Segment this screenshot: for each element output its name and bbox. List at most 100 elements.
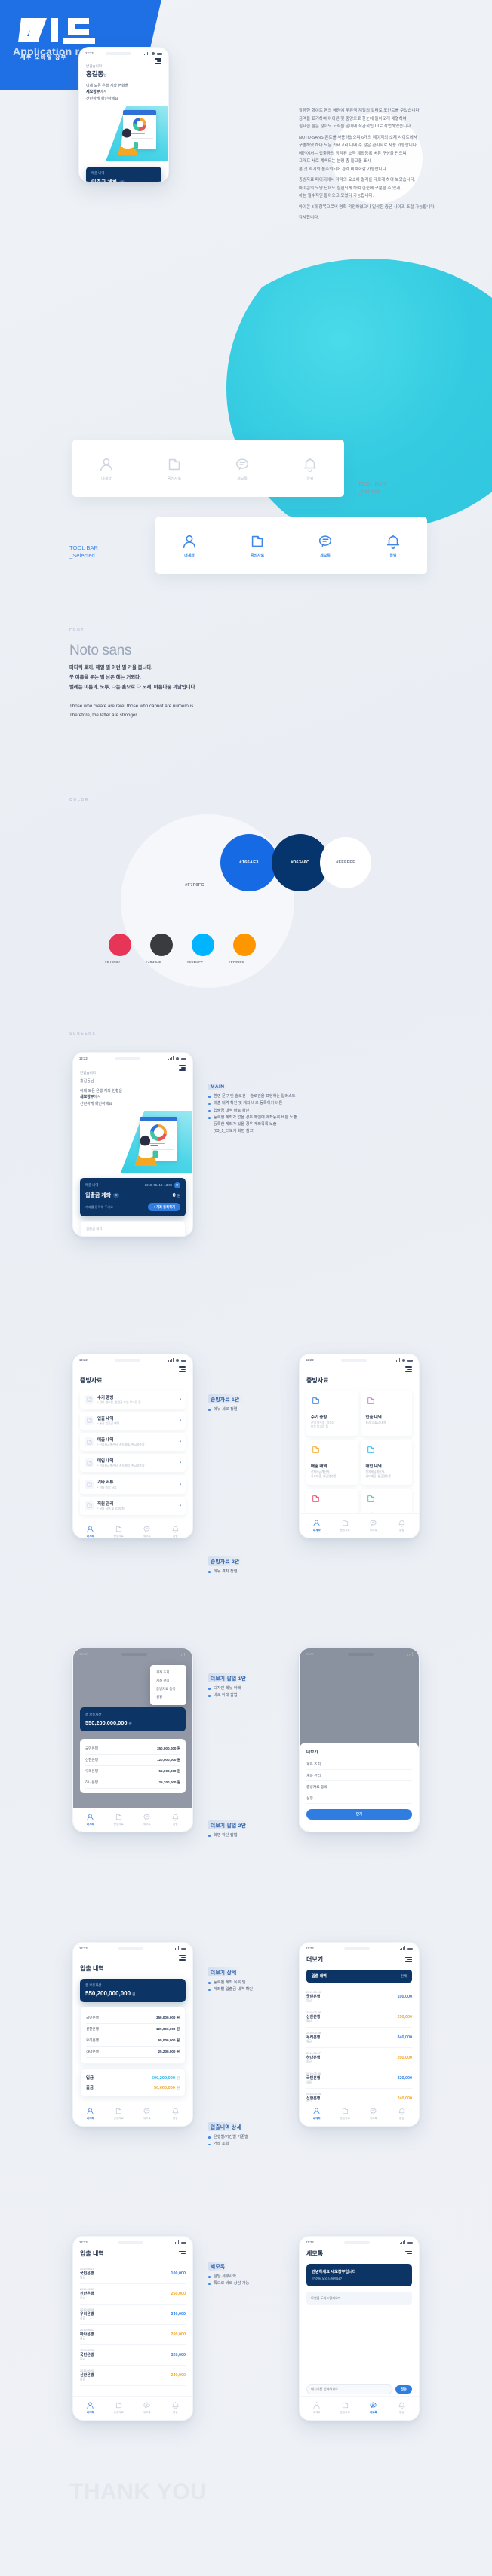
evidence-row[interactable]: 매입 내역 * 전자세금계산서, 카드매입, 현금영수증 › bbox=[80, 1454, 186, 1473]
evidence-grid[interactable]: 수기 증빙 간이 영수증, 청첩장 또는 부고장 등 입출 내역 통장 입출금 내역 매출… bbox=[300, 1390, 419, 1531]
tab-알림[interactable]: 알림 bbox=[388, 1519, 417, 1532]
sales-summary-card[interactable]: 매출 내역 입출금 계좌 0 계좌를 등록해 주세요 bbox=[86, 166, 161, 182]
evidence-grid-cell[interactable]: 매입 내역 전자세금계산서, 카드매입, 현금영수증 bbox=[361, 1440, 412, 1486]
bank-list-card[interactable]: 국민은행 350,000,000 원 신한은행 120,000,000 원 우리은행 55… bbox=[80, 2006, 186, 2064]
bottom-tab-bar[interactable]: 내계좌 증빙자료 세모톡 알림 bbox=[73, 2102, 192, 2126]
bank-row[interactable]: 하나은행 25,200,000 원 bbox=[86, 2047, 180, 2058]
tab-알림[interactable]: 알림 bbox=[161, 1813, 190, 1826]
detail-row[interactable]: 2019.05.08 우리은행 입금 340,000 bbox=[306, 2028, 412, 2048]
detail-row[interactable]: 2019.05.07 하나은행 출금 200,000 bbox=[306, 2048, 412, 2068]
refresh-icon[interactable]: ⟳ bbox=[174, 1182, 180, 1188]
tab-내계좌[interactable]: 내계좌 bbox=[303, 2401, 331, 2415]
popup-menu-item[interactable]: 계좌 조회 bbox=[155, 1669, 182, 1677]
evidence-row[interactable]: 매출 내역 * 전자세금계산서, 카드매출, 현금영수증 › bbox=[80, 1433, 186, 1452]
tab-알림[interactable]: 알림 bbox=[161, 1525, 190, 1538]
tab-세모톡[interactable]: 세모톡 bbox=[133, 2401, 161, 2415]
tab-내계좌[interactable]: 내계좌 bbox=[303, 1519, 331, 1532]
bank-row[interactable]: 하나은행 25,200,000 원 bbox=[85, 1777, 180, 1789]
tab-증빙자료[interactable]: 증빙자료 bbox=[331, 1519, 360, 1532]
evidence-grid-cell[interactable]: 입출 내역 통장 입출금 내역 bbox=[361, 1390, 412, 1437]
chevron-right-icon[interactable]: › bbox=[180, 1504, 181, 1508]
detail-row[interactable]: 2019.05.05신한은행출금240,000 bbox=[80, 2366, 186, 2386]
toolbar-item-증빙자료[interactable]: 증빙자료 bbox=[249, 533, 266, 558]
tab-알림[interactable]: 알림 bbox=[161, 2107, 190, 2121]
toolbar-item-알림[interactable]: 알림 bbox=[302, 456, 318, 481]
toolbar-item-내계좌[interactable]: 내계좌 bbox=[181, 533, 198, 558]
toolbar-item-내계좌[interactable]: 내계좌 bbox=[98, 456, 115, 481]
toolbar-normal[interactable]: 내계좌 증빙자료 세모톡 알림 bbox=[72, 440, 344, 497]
popup-menu-item[interactable]: 증빙자료 등록 bbox=[155, 1685, 182, 1694]
tab-세모톡[interactable]: 세모톡 bbox=[359, 1519, 388, 1532]
tab-증빙자료[interactable]: 증빙자료 bbox=[105, 2107, 134, 2121]
hamburger-icon[interactable] bbox=[405, 1366, 412, 1372]
bottom-tab-bar[interactable]: 내계좌 증빙자료 세모톡 알림 bbox=[73, 1519, 192, 1538]
evidence-grid-cell[interactable]: 수기 증빙 간이 영수증, 청첩장 또는 부고장 등 bbox=[306, 1390, 358, 1437]
tab-내계좌[interactable]: 내계좌 bbox=[76, 2401, 105, 2415]
evidence-row[interactable]: 입출 내역 * 통장 입출금 내역 › bbox=[80, 1411, 186, 1431]
hamburger-icon[interactable] bbox=[155, 58, 161, 64]
more-popup-menu[interactable]: 계좌 조회 계좌 관리 증빙자료 등록 설정 bbox=[150, 1665, 186, 1706]
bottom-tab-bar[interactable]: 내계좌 증빙자료 세모톡 알림 bbox=[300, 1513, 419, 1538]
tab-내계좌[interactable]: 내계좌 bbox=[76, 1525, 105, 1538]
chevron-right-icon[interactable]: › bbox=[180, 1418, 181, 1423]
evidence-grid-cell[interactable]: 매출 내역 전자세금계산서, 카드매출, 현금영수증 bbox=[306, 1440, 358, 1486]
history-card[interactable]: 입출금 내역 입금i 0원 출금i 0원 새로운 내역이 없습니다 + 내역 더… bbox=[80, 1221, 186, 1236]
menu-button[interactable] bbox=[79, 57, 168, 64]
talk-input-row[interactable]: 전송 bbox=[306, 2384, 412, 2394]
detail-row[interactable]: 2019.05.08 우리은행 입금 340,000 bbox=[80, 2305, 186, 2325]
menu-button[interactable] bbox=[300, 1363, 419, 1372]
detail-item-list[interactable]: 2019.05.10 국민은행 입금 100,000 2019.05.09 신한은행 출금 2… bbox=[73, 2264, 192, 2386]
bottom-tab-bar[interactable]: 내계좌 증빙자료 세모톡 알림 bbox=[300, 2396, 419, 2420]
filter-all[interactable]: 전체 bbox=[401, 1974, 407, 1979]
toolbar-item-증빙자료[interactable]: 증빙자료 bbox=[166, 456, 183, 481]
tab-세모톡[interactable]: 세모톡 bbox=[133, 2107, 161, 2121]
bank-row[interactable]: 국민은행 350,000,000 원 bbox=[85, 1743, 180, 1755]
chevron-right-icon[interactable]: › bbox=[180, 1397, 181, 1402]
total-assets-card[interactable]: 총 보유자산 550,200,000,000 원 bbox=[80, 1978, 186, 2002]
detail-row[interactable]: 2019.05.09 신한은행 출금 250,000 bbox=[80, 2284, 186, 2305]
tab-세모톡[interactable]: 세모톡 bbox=[133, 1525, 161, 1538]
tab-알림[interactable]: 알림 bbox=[388, 2401, 417, 2415]
popup-menu-item[interactable]: 설정 bbox=[155, 1693, 182, 1701]
bank-row[interactable]: 우리은행 55,000,000 원 bbox=[85, 1766, 180, 1777]
inout-summary-card[interactable]: 입금 500,200,000 원 출금 50,000,000 원 bbox=[80, 2068, 186, 2096]
bank-row[interactable]: 신한은행 120,000,000 원 bbox=[85, 1755, 180, 1766]
tab-알림[interactable]: 알림 bbox=[161, 2401, 190, 2415]
sheet-row-list[interactable]: 계좌 조회 계좌 관리 증빙자료 등록 설정 bbox=[306, 1759, 412, 1804]
detail-row[interactable]: 2019.05.07 하나은행 출금 200,000 bbox=[80, 2325, 186, 2345]
evidence-row[interactable]: 기타 서류 * 기타 증빙 서류 › bbox=[80, 1475, 186, 1494]
tab-내계좌[interactable]: 내계좌 bbox=[76, 2107, 105, 2121]
hamburger-icon[interactable] bbox=[405, 2250, 412, 2257]
detail-row[interactable]: 2019.05.09 신한은행 출금 250,000 bbox=[306, 2007, 412, 2028]
chevron-right-icon[interactable]: › bbox=[180, 1483, 181, 1487]
tab-증빙자료[interactable]: 증빙자료 bbox=[105, 1525, 134, 1538]
tab-세모톡[interactable]: 세모톡 bbox=[133, 1813, 161, 1826]
toolbar-item-세모톡[interactable]: 세모톡 bbox=[234, 456, 251, 481]
tab-증빙자료[interactable]: 증빙자료 bbox=[105, 2401, 134, 2415]
sales-summary-card[interactable]: 매출 내역 2019. 05. 10. 13:00 ⟳ 입출금 계좌 0 0원 … bbox=[80, 1177, 186, 1217]
menu-button[interactable] bbox=[73, 1952, 192, 1961]
detail-row[interactable]: 2019.05.06 국민은행 입금 320,000 bbox=[80, 2345, 186, 2366]
menu-button[interactable] bbox=[73, 1062, 192, 1071]
detail-row[interactable]: 2019.05.06 국민은행 입금 320,000 bbox=[306, 2068, 412, 2089]
bottom-tab-bar[interactable]: 내계좌 증빙자료 세모톡 알림 bbox=[73, 2396, 192, 2420]
hamburger-icon[interactable] bbox=[179, 1065, 186, 1071]
hamburger-icon[interactable] bbox=[179, 1955, 186, 1961]
chevron-right-icon[interactable]: › bbox=[180, 1461, 181, 1465]
detail-row[interactable]: 2019.05.10 국민은행 입금 100,000 bbox=[306, 1987, 412, 2007]
evidence-row-list[interactable]: 수기 증빙 * 간이 영수증, 청첩장 또는 부고장 등 › 입출 내역 * 통장 입출… bbox=[73, 1390, 192, 1515]
accounts-summary-card[interactable]: 총 보유자산 550,200,000,000 원 bbox=[80, 1707, 186, 1731]
send-button[interactable]: 전송 bbox=[395, 2384, 412, 2394]
detail-filter-bar[interactable]: 입출 내역 전체 bbox=[306, 1970, 412, 1983]
talk-message-list[interactable]: 무엇을 도와드릴까요? bbox=[300, 2292, 419, 2305]
toolbar-selected[interactable]: 내계좌 증빙자료 세모톡 알림 bbox=[155, 517, 427, 574]
menu-button[interactable] bbox=[73, 1363, 192, 1372]
detail-item-list[interactable]: 2019.05.10 국민은행 입금 100,000 2019.05.09 신한은행 출금 2… bbox=[300, 1987, 419, 2109]
evidence-row[interactable]: 수기 증빙 * 간이 영수증, 청첩장 또는 부고장 등 › bbox=[80, 1390, 186, 1409]
bottom-tab-bar[interactable]: 내계좌 증빙자료 세모톡 알림 bbox=[73, 1808, 192, 1832]
sheet-menu-item[interactable]: 증빙자료 등록 bbox=[306, 1781, 412, 1792]
hamburger-icon[interactable] bbox=[179, 2250, 186, 2257]
detail-row[interactable]: 2019.05.10 국민은행 입금 100,000 bbox=[80, 2264, 186, 2284]
tab-내계좌[interactable]: 내계좌 bbox=[76, 1813, 105, 1826]
toolbar-item-세모톡[interactable]: 세모톡 bbox=[317, 533, 334, 558]
